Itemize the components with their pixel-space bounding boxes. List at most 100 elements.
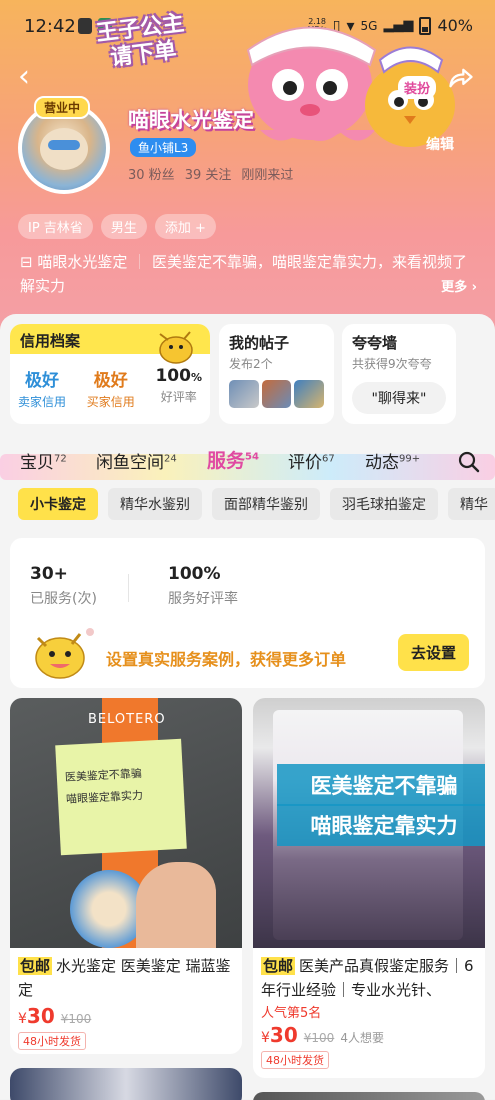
shipping-badge: 48小时发货	[18, 1032, 86, 1050]
product-image: BELOTERO 医美鉴定不靠骗 喵眼鉴定靠实力	[10, 698, 242, 948]
posts-card[interactable]: 我的帖子 发布2个	[219, 324, 334, 424]
product-card[interactable]	[10, 1068, 242, 1100]
original-price: ¥100	[60, 1012, 92, 1026]
free-shipping-badge: 包邮	[18, 957, 53, 975]
free-shipping-badge: 包邮	[261, 957, 296, 975]
posts-subtitle: 发布2个	[229, 357, 273, 371]
search-icon[interactable]	[457, 450, 481, 474]
last-seen: 刚刚来过	[241, 168, 294, 183]
price-row: ¥30 ¥100	[10, 1002, 242, 1030]
tab-activity[interactable]: 动态99+	[365, 448, 420, 473]
banner-title: 王子公主 请下单	[74, 8, 212, 93]
overlay-text-line1: 医美鉴定不靠骗	[277, 764, 485, 806]
overlay-text-line2: 喵眼鉴定靠实力	[277, 804, 485, 846]
credit-card[interactable]: 信用档案 极好 卖家信用 极好 买家信用 100% 好评率	[10, 324, 210, 424]
tab-space-label: 闲鱼空间	[96, 453, 164, 473]
served-count: 30+ 已服务(次)	[30, 564, 97, 608]
buyer-credit-label: 买家信用	[86, 395, 135, 409]
credit-header: 信用档案	[10, 324, 210, 364]
desc-shop-name: 喵眼水光鉴定	[37, 253, 128, 271]
rating-value: 100%	[155, 366, 202, 386]
rating-label: 好评率	[160, 390, 197, 404]
video-icon: ⊟	[20, 253, 33, 271]
price-row: ¥30 ¥100 4人想要	[253, 1021, 485, 1049]
seller-credit: 极好 卖家信用	[18, 366, 66, 410]
product-title: 包邮 医美产品真假鉴定服务｜6年行业经验｜专业水光针、	[253, 948, 485, 1002]
sticky-note: 医美鉴定不靠骗 喵眼鉴定靠实力	[55, 738, 187, 856]
tab-reviews-count: 67	[322, 453, 335, 465]
praise-title: 夸夸墙	[352, 334, 398, 352]
mascot-icon	[159, 331, 193, 364]
price-value: 30	[269, 1023, 298, 1047]
praise-wall-card[interactable]: 夸夸墙 共获得9次夸夸 "聊得来"	[342, 324, 456, 424]
share-icon[interactable]	[447, 64, 475, 92]
buyer-credit-value: 极好	[93, 371, 128, 391]
chip-card-appraisal[interactable]: 小卡鉴定	[18, 488, 98, 520]
product-card[interactable]	[253, 1092, 485, 1100]
shop-description: ⊟ 喵眼水光鉴定 ｜ 医美鉴定不靠骗，喵眼鉴定靠实力，来看视频了解实力	[20, 250, 480, 298]
post-thumbnail[interactable]	[261, 380, 292, 408]
served-value: 30+	[30, 564, 68, 584]
chip-essence[interactable]: 精华	[448, 488, 495, 520]
profile-tags: IP 吉林省 男生 添加 +	[18, 214, 216, 239]
credit-title: 信用档案	[20, 332, 81, 350]
following-count[interactable]: 39 关注	[185, 164, 232, 183]
rating-number: 100	[155, 366, 191, 386]
seller-credit-label: 卖家信用	[18, 395, 67, 409]
profile-header: 12:42 2.18 MB/s ▯ ▾ 5G ▂▄▆ 40%	[0, 0, 495, 335]
tab-services[interactable]: 服务54	[207, 446, 259, 473]
tab-reviews[interactable]: 评价67	[288, 448, 335, 473]
tab-items-label: 宝贝	[20, 453, 54, 473]
set-up-button[interactable]: 去设置	[397, 634, 469, 671]
content-area: 信用档案 极好 卖家信用 极好 买家信用 100% 好评率 我的帖子 发布2个	[0, 314, 495, 1100]
edit-button[interactable]: 编辑	[426, 134, 454, 154]
service-category-chips: 小卡鉴定 精华水鉴别 面部精华鉴别 羽毛球拍鉴定 精华	[18, 488, 495, 520]
tag-add-button[interactable]: 添加 +	[154, 214, 216, 239]
product-card[interactable]: BELOTERO 医美鉴定不靠骗 喵眼鉴定靠实力 包邮 水光鉴定 医美鉴定 瑞蓝鉴…	[10, 698, 242, 1054]
price: ¥30	[261, 1023, 298, 1047]
hand-image	[136, 862, 216, 948]
tab-services-count: 54	[245, 451, 259, 463]
tab-space[interactable]: 闲鱼空间24	[96, 448, 177, 473]
shop-name: 喵眼水光鉴定	[128, 108, 254, 132]
product-brand-text: BELOTERO	[88, 712, 166, 727]
post-thumbnails	[229, 380, 325, 408]
more-label: 更多	[441, 280, 468, 295]
tab-services-label: 服务	[207, 450, 246, 472]
tag-location: IP 吉林省	[18, 214, 93, 239]
served-label: 已服务(次)	[30, 591, 97, 607]
service-stats-card: 30+ 已服务(次) 100% 服务好评率 设置真实服务案例，获得更多订单 去设…	[10, 538, 485, 688]
dress-up-button[interactable]: 装扮	[398, 76, 437, 99]
service-rating: 100% 服务好评率	[168, 564, 238, 608]
product-card[interactable]: 医美鉴定不靠骗 喵眼鉴定靠实力 包邮 医美产品真假鉴定服务｜6年行业经验｜专业水光…	[253, 698, 485, 1078]
status-time: 12:42	[24, 16, 76, 37]
tab-items-count: 72	[54, 453, 67, 465]
seller-credit-value: 极好	[25, 371, 59, 391]
chip-badminton-racket[interactable]: 羽毛球拍鉴定	[330, 488, 438, 520]
level-badge[interactable]: 鱼小铺L3	[130, 138, 197, 157]
mascot-icon	[35, 628, 94, 679]
product-image: 医美鉴定不靠骗 喵眼鉴定靠实力	[253, 698, 485, 948]
tag-gender: 男生	[100, 214, 147, 239]
chip-face-essence[interactable]: 面部精华鉴别	[212, 488, 320, 520]
rating: 100% 好评率	[155, 366, 202, 410]
service-hint: 设置真实服务案例，获得更多订单	[106, 650, 347, 669]
tab-items[interactable]: 宝贝72	[20, 448, 67, 473]
service-rating-value: 100%	[168, 564, 221, 584]
chip-essence-water[interactable]: 精华水鉴别	[108, 488, 202, 520]
price-value: 30	[26, 1004, 55, 1028]
fans-count[interactable]: 30 粉丝	[128, 164, 175, 183]
rating-unit: %	[190, 371, 202, 384]
more-button[interactable]: 更多 ›	[441, 276, 477, 295]
open-status-badge: 营业中	[34, 96, 91, 119]
tab-activity-label: 动态	[365, 453, 399, 473]
post-thumbnail[interactable]	[294, 380, 325, 408]
original-price: ¥100	[303, 1031, 335, 1045]
service-rating-label: 服务好评率	[168, 591, 238, 607]
praise-tag-button[interactable]: "聊得来"	[352, 382, 446, 414]
back-arrow-icon[interactable]: ‹	[18, 62, 48, 92]
post-thumbnail[interactable]	[229, 380, 259, 408]
sticky-note-line2: 喵眼鉴定靠实力	[65, 788, 144, 806]
praise-subtitle: 共获得9次夸夸	[352, 357, 432, 371]
buyer-credit: 极好 买家信用	[87, 366, 135, 410]
